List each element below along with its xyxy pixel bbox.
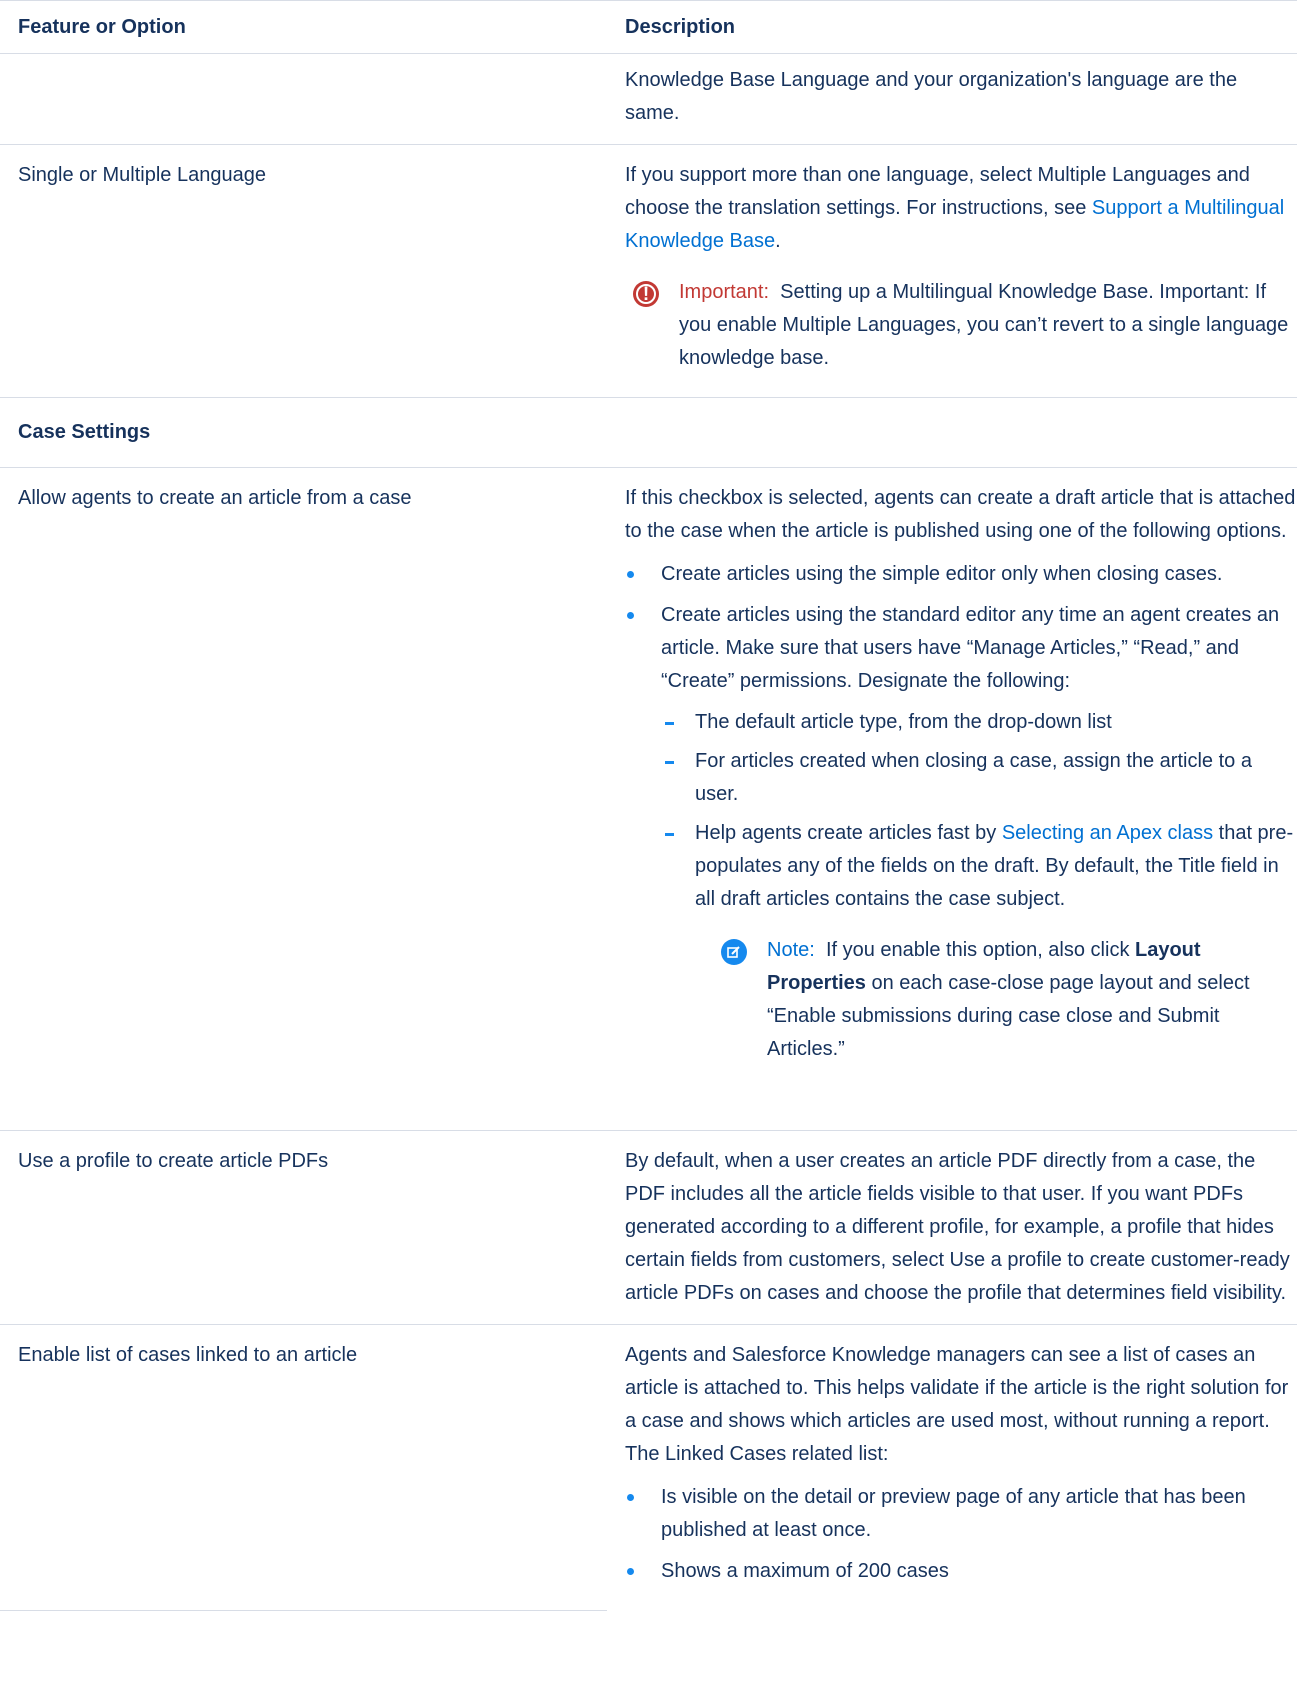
list-item: Help agents create articles fast by Sele…	[661, 817, 1297, 1066]
list-item-text: Create articles using the simple editor …	[661, 563, 1223, 585]
note-callout: Note: If you enable this option, also cl…	[713, 934, 1297, 1066]
edit-note-icon	[721, 939, 747, 965]
section-row: Case Settings	[0, 397, 1297, 468]
bullet-icon	[627, 571, 634, 578]
description-cell: Agents and Salesforce Knowledge managers…	[607, 1325, 1297, 1611]
feature-cell	[0, 53, 607, 145]
description-text-part: .	[775, 230, 781, 252]
list-item-text: Is visible on the detail or preview page…	[661, 1486, 1246, 1541]
list-item-text: Create articles using the standard edito…	[661, 604, 1280, 692]
table-row: Use a profile to create article PDFs By …	[0, 1130, 1297, 1325]
important-text: Setting up a Multilingual Knowledge Base…	[679, 281, 1289, 369]
description-cell: If you support more than one language, s…	[607, 144, 1297, 398]
bullet-icon	[627, 1494, 634, 1501]
dash-icon	[665, 833, 674, 836]
note-text: If you enable this option, also click	[825, 939, 1135, 961]
important-label: Important:	[679, 281, 770, 303]
list-item-text: Shows a maximum of 200 cases	[661, 1560, 949, 1582]
list-item: For articles created when closing a case…	[661, 745, 1297, 811]
description-cell: By default, when a user creates an artic…	[607, 1130, 1297, 1325]
note-label: Note:	[767, 939, 815, 961]
description-cell: If this checkbox is selected, agents can…	[607, 467, 1297, 1131]
exclamation-circle-icon: !	[633, 281, 659, 307]
feature-options-table: Feature or Option Description Knowledge …	[0, 0, 1297, 1611]
table-row: Allow agents to create an article from a…	[0, 467, 1297, 1131]
header-feature: Feature or Option	[0, 0, 607, 54]
important-callout: ! Important: Setting up a Multilingual K…	[625, 276, 1297, 375]
list-item: The default article type, from the drop-…	[661, 706, 1297, 739]
list-item-text: Help agents create articles fast by	[695, 822, 1002, 844]
list-item: Shows a maximum of 200 cases	[625, 1555, 1297, 1588]
description-text: Agents and Salesforce Knowledge managers…	[625, 1344, 1289, 1465]
section-title: Case Settings	[0, 397, 1297, 468]
table-header-row: Feature or Option Description	[0, 0, 1297, 54]
description-text: Knowledge Base Language and your organiz…	[625, 69, 1238, 124]
description-text: If this checkbox is selected, agents can…	[625, 487, 1296, 542]
dash-icon	[665, 722, 674, 725]
designate-list: The default article type, from the drop-…	[661, 706, 1297, 1066]
dash-icon	[665, 761, 674, 764]
list-item: Create articles using the standard edito…	[625, 599, 1297, 1066]
list-item-text: The default article type, from the drop-…	[695, 711, 1112, 733]
list-item-text: For articles created when closing a case…	[695, 750, 1252, 805]
description-text: If you support more than one language, s…	[625, 159, 1297, 258]
feature-cell: Enable list of cases linked to an articl…	[0, 1324, 607, 1611]
feature-cell: Use a profile to create article PDFs	[0, 1130, 607, 1325]
document-page: Feature or Option Description Knowledge …	[0, 0, 1297, 1694]
list-item: Create articles using the simple editor …	[625, 558, 1297, 591]
bullet-icon	[627, 612, 634, 619]
header-description: Description	[607, 0, 1297, 54]
bullet-icon	[627, 1568, 634, 1575]
table-row: Enable list of cases linked to an articl…	[0, 1324, 1297, 1611]
table-row: Single or Multiple Language If you suppo…	[0, 144, 1297, 398]
table-row: Knowledge Base Language and your organiz…	[0, 53, 1297, 145]
feature-cell: Single or Multiple Language	[0, 144, 607, 398]
options-list: Create articles using the simple editor …	[625, 558, 1297, 1066]
feature-cell: Allow agents to create an article from a…	[0, 467, 607, 1131]
description-cell: Knowledge Base Language and your organiz…	[607, 53, 1297, 145]
list-item: Is visible on the detail or preview page…	[625, 1481, 1297, 1547]
linked-cases-list: Is visible on the detail or preview page…	[625, 1481, 1297, 1588]
selecting-apex-class-link[interactable]: Selecting an Apex class	[1002, 822, 1213, 844]
